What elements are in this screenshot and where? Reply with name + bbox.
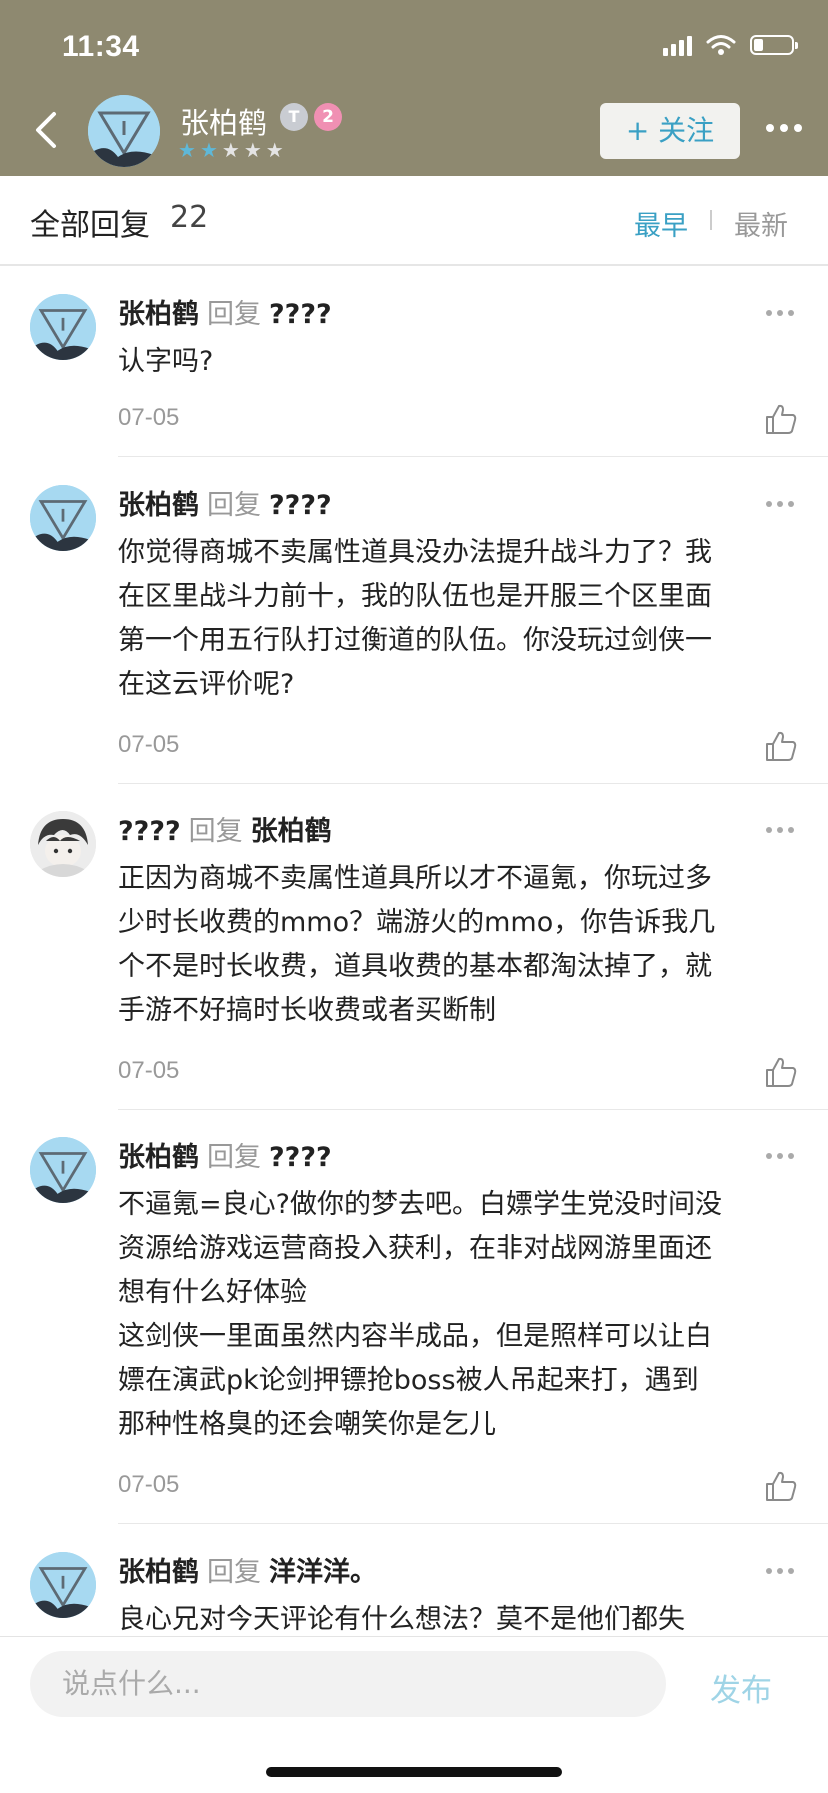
avatar-shield-icon — [30, 1552, 96, 1618]
reply-label: 回复 — [207, 1142, 261, 1173]
avatar-shield-icon — [30, 485, 96, 551]
reply-label: 回复 — [207, 490, 261, 521]
reply-target[interactable]: 洋洋洋。 — [269, 1557, 377, 1588]
reply-label: 回复 — [188, 816, 243, 847]
comment-avatar[interactable] — [30, 811, 96, 877]
reply-target[interactable]: 张柏鹤 — [251, 816, 332, 847]
avatar-shield-icon — [30, 294, 96, 360]
reply-target[interactable]: ???? — [269, 1142, 332, 1173]
comment-more-icon[interactable] — [766, 1153, 794, 1159]
comment-compose-bar: 说点什么... 发布 — [0, 1636, 828, 1793]
follow-button[interactable]: + 关注 — [600, 103, 740, 159]
comment-text: 正因为商城不卖属性道具所以才不逼氪，你玩过多 少时长收费的mmo？端游火的mmo… — [118, 863, 716, 1026]
comment-author[interactable]: 张柏鹤 — [118, 1142, 199, 1173]
replies-subheader: 全部回复 22 最早 最新 — [0, 176, 828, 266]
comment-avatar[interactable] — [30, 485, 96, 551]
reply-target[interactable]: ???? — [269, 299, 332, 330]
comment-author[interactable]: 张柏鹤 — [118, 490, 199, 521]
cellular-signal-icon — [663, 34, 692, 56]
thumbs-up-icon[interactable] — [764, 1055, 798, 1089]
reply-count: 22 — [170, 200, 209, 235]
comment-date: 07-05 — [118, 1057, 180, 1084]
title-badge: T — [280, 103, 308, 131]
top-header: 11:34 张柏鹤 T 2 ★ ★ ★ ★ ★ + 关注 — [0, 0, 828, 176]
thumbs-up-icon[interactable] — [764, 402, 798, 436]
comment-date: 07-05 — [118, 1471, 180, 1498]
sort-divider — [710, 210, 712, 230]
comment-divider — [118, 1109, 828, 1110]
anime-avatar-icon — [30, 811, 96, 877]
star-icon: ★ — [221, 138, 240, 162]
status-time: 11:34 — [62, 30, 140, 63]
comment-header: 张柏鹤 回复???? — [118, 483, 332, 522]
reply-target[interactable]: ???? — [269, 490, 332, 521]
comment-header: ???? 回复 张柏鹤 — [118, 809, 332, 848]
star-icon: ★ — [199, 138, 218, 162]
thumbs-up-icon[interactable] — [764, 729, 798, 763]
sort-earliest-tab[interactable]: 最早 — [634, 204, 688, 243]
comment-more-icon[interactable] — [766, 827, 794, 833]
comment-more-icon[interactable] — [766, 501, 794, 507]
comment-text: 良心兄对今天评论有什么想法？莫不是他们都失 — [118, 1604, 685, 1635]
comment-date: 07-05 — [118, 404, 180, 431]
avatar-shield-icon — [30, 1137, 96, 1203]
avatar-shield-icon — [88, 95, 160, 167]
level-badge: 2 — [314, 103, 342, 131]
all-replies-title: 全部回复 — [30, 208, 150, 243]
comment-header: 张柏鹤 回复???? — [118, 1135, 332, 1174]
star-icon: ★ — [178, 138, 196, 162]
comment-divider — [118, 456, 828, 457]
comment-more-icon[interactable] — [766, 310, 794, 316]
comment-header: 张柏鹤 回复 洋洋洋。 — [118, 1550, 377, 1589]
comment-more-icon[interactable] — [766, 1568, 794, 1574]
home-indicator[interactable] — [266, 1767, 562, 1777]
comment-header: 张柏鹤 回复???? — [118, 292, 332, 331]
user-name[interactable]: 张柏鹤 — [180, 100, 267, 142]
sort-newest-tab[interactable]: 最新 — [734, 204, 788, 243]
comment-date: 07-05 — [118, 731, 180, 758]
battery-icon — [750, 35, 798, 55]
reply-label: 回复 — [207, 1557, 261, 1588]
comment-divider — [118, 783, 828, 784]
user-rating-stars: ★ ★ ★ ★ ★ — [178, 138, 284, 162]
comment-author[interactable]: 张柏鹤 — [118, 299, 199, 330]
comment-author[interactable]: ???? — [118, 816, 181, 847]
reply-label: 回复 — [207, 299, 261, 330]
comment-avatar[interactable] — [30, 1552, 96, 1618]
comment-author[interactable]: 张柏鹤 — [118, 1557, 199, 1588]
back-arrow-icon[interactable] — [28, 110, 64, 150]
publish-button[interactable]: 发布 — [710, 1665, 772, 1710]
comment-text: 认字吗? — [118, 346, 214, 377]
comment-avatar[interactable] — [30, 294, 96, 360]
wifi-icon — [706, 35, 736, 55]
comment-avatar[interactable] — [30, 1137, 96, 1203]
comment-input[interactable]: 说点什么... — [30, 1651, 666, 1717]
user-avatar[interactable] — [88, 95, 160, 167]
more-options-icon[interactable] — [766, 124, 802, 132]
comment-item: 张柏鹤 回复 洋洋洋。 良心兄对今天评论有什么想法？莫不是他们都失 — [0, 1524, 828, 1636]
thumbs-up-icon[interactable] — [764, 1469, 798, 1503]
star-icon: ★ — [265, 138, 284, 162]
star-icon: ★ — [243, 138, 262, 162]
comment-text: 你觉得商城不卖属性道具没办法提升战斗力了？我 在区里战斗力前十，我的队伍也是开服… — [118, 537, 712, 700]
status-icons — [663, 34, 798, 56]
comment-text: 不逼氪=良心?做你的梦去吧。白嫖学生党没时间没 资源给游戏运营商投入获利，在非对… — [118, 1189, 722, 1440]
